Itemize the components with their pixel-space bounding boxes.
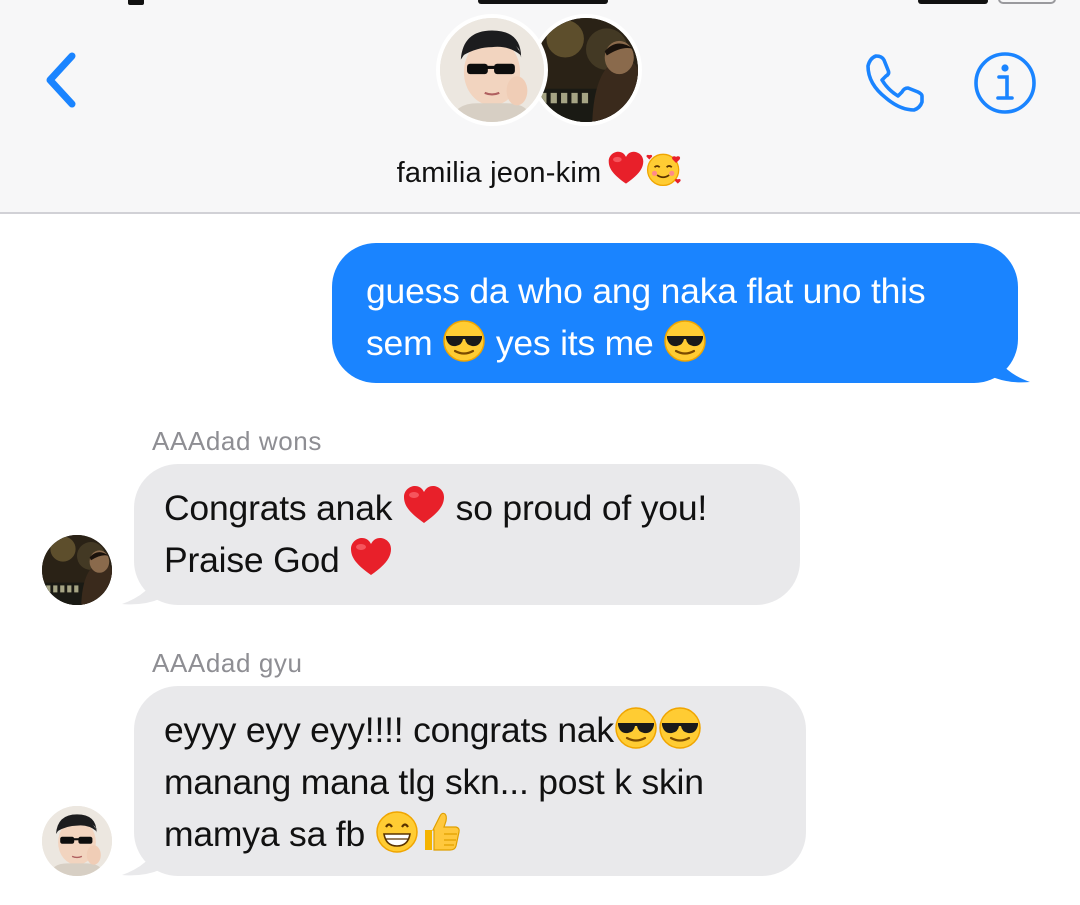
message-line: manang mana tlg skn... post k skin: [164, 762, 704, 802]
sunglasses-emoji: [442, 319, 486, 363]
incoming-message-bubble[interactable]: Congrats anak so proud of you! Praise Go…: [134, 464, 800, 605]
status-bar-time: [478, 0, 608, 4]
chevron-left-icon: [46, 52, 76, 108]
bubble-tail: [990, 340, 1030, 383]
phone-icon: [866, 54, 924, 112]
page-title[interactable]: familia jeon-kim: [0, 150, 1080, 190]
member-avatar: [436, 14, 548, 126]
phone-button[interactable]: [862, 50, 928, 116]
status-bar-indicator: [918, 0, 988, 4]
conversation-header: familia jeon-kim: [0, 0, 1080, 214]
sender-name: AAAdad wons: [152, 426, 322, 456]
sunglasses-emoji: [614, 706, 658, 750]
group-avatar[interactable]: [436, 14, 646, 134]
sender-avatar[interactable]: [42, 806, 112, 876]
sunglasses-emoji: [663, 319, 707, 363]
red-heart-emoji: [607, 150, 645, 188]
info-button[interactable]: [972, 50, 1038, 116]
status-bar-signal: [128, 0, 144, 5]
red-heart-emoji: [349, 536, 393, 580]
sender-name: AAAdad gyu: [152, 648, 303, 678]
smiling-face-with-hearts-emoji: [645, 150, 683, 188]
messages-screen: familia jeon-kim guess da who ang naka f…: [0, 0, 1080, 905]
thumbs-up-emoji: [419, 810, 463, 854]
battery-icon: [998, 0, 1056, 4]
sender-avatar[interactable]: [42, 535, 112, 605]
grinning-face-emoji: [375, 810, 419, 854]
incoming-message-bubble[interactable]: eyyy eyy eyy!!!! congrats nak manang man…: [134, 686, 806, 876]
group-name: familia jeon-kim: [396, 157, 602, 189]
info-icon: [974, 52, 1036, 114]
message-line: sem yes its me: [366, 317, 988, 369]
sunglasses-emoji: [658, 706, 702, 750]
message-line: Congrats anak so proud of you!: [164, 482, 770, 534]
message-line: eyyy eyy eyy!!!! congrats nak: [164, 704, 776, 756]
back-button[interactable]: [30, 40, 90, 120]
message-line: mamya sa fb: [164, 808, 776, 860]
message-line: guess da who ang naka flat uno this: [366, 271, 926, 311]
outgoing-message-bubble[interactable]: guess da who ang naka flat uno this sem …: [332, 243, 1018, 383]
message-line: Praise God: [164, 534, 770, 586]
red-heart-emoji: [402, 484, 446, 528]
